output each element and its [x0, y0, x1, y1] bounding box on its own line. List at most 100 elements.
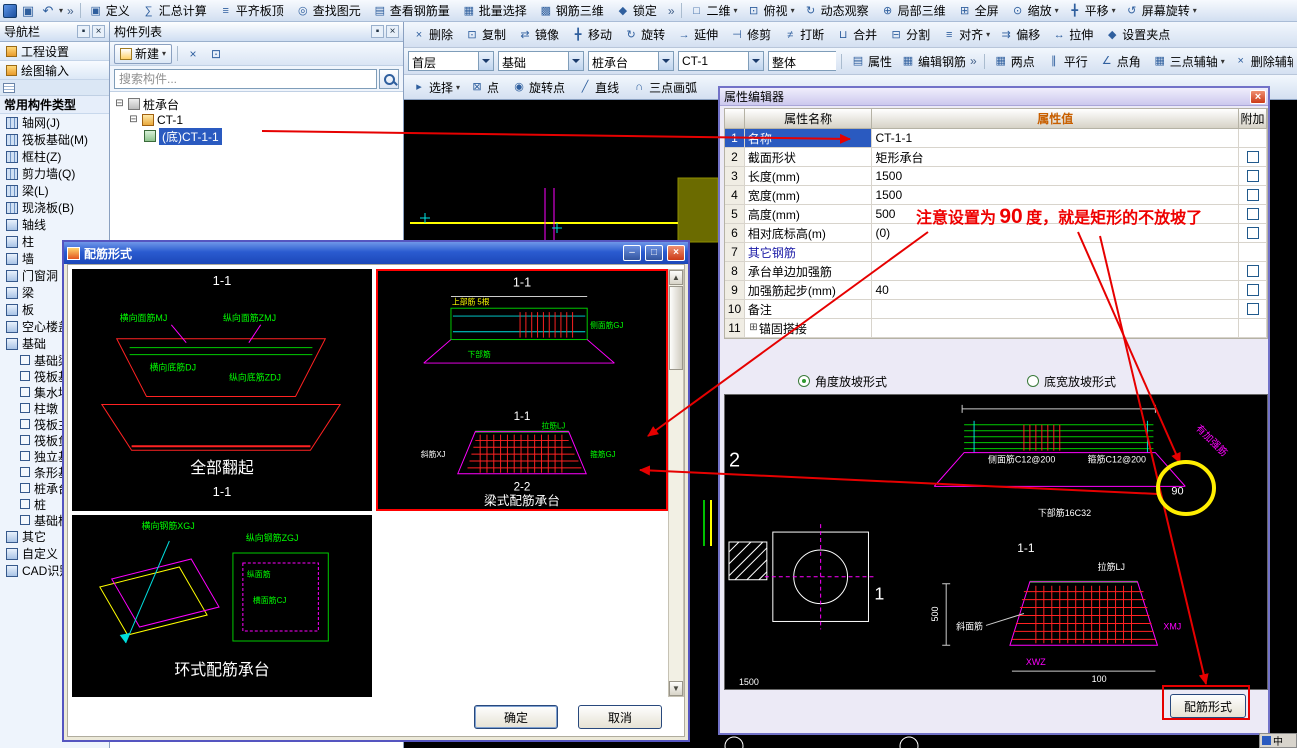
- property-value[interactable]: [872, 300, 1240, 319]
- toolbar-button[interactable]: ↔ 拉伸: [1048, 25, 1100, 44]
- radio-angle-slope[interactable]: 角度放坡形式: [798, 373, 887, 390]
- selection-combo[interactable]: CT-1: [678, 51, 764, 71]
- sidebar-item[interactable]: 现浇板(B): [0, 199, 109, 216]
- toolbar-button[interactable]: ⊣ 修剪: [726, 25, 778, 44]
- minimize-icon[interactable]: –: [623, 245, 641, 261]
- toolbar-button[interactable]: ▦ 批量选择: [458, 1, 534, 20]
- selection-combo[interactable]: 整体: [768, 51, 836, 71]
- property-value[interactable]: [872, 243, 1240, 262]
- toolbar-button[interactable]: ∠ 点角: [1096, 52, 1148, 71]
- toolbar-button[interactable]: ⇄ 镜像: [514, 25, 566, 44]
- chevron-down-icon[interactable]: [658, 52, 673, 70]
- pin-icon[interactable]: ▪: [371, 25, 384, 38]
- toolbar-button[interactable]: ≡ 平齐板顶: [215, 1, 291, 20]
- toolbar-button[interactable]: × 删除: [408, 25, 460, 44]
- sidebar-item[interactable]: 筏板基础(M): [0, 131, 109, 148]
- toolbar-button[interactable]: ⊔ 合并: [832, 25, 884, 44]
- attach-checkbox[interactable]: [1246, 227, 1259, 239]
- toolbar-button[interactable]: → 延伸: [673, 25, 725, 44]
- scroll-up-icon[interactable]: ▲: [669, 270, 683, 285]
- toolbar-overflow-chevron[interactable]: »: [968, 54, 979, 68]
- chevron-down-icon[interactable]: [478, 52, 493, 70]
- tree-node-root[interactable]: ⊟ 桩承台: [110, 96, 403, 112]
- toolbar-button[interactable]: ▦ 两点: [990, 52, 1042, 71]
- sidebar-item[interactable]: 梁(L): [0, 182, 109, 199]
- pin-icon[interactable]: ▪: [77, 25, 90, 38]
- toolbar-button[interactable]: ⊡ 俯视 ▾: [743, 1, 799, 20]
- search-input[interactable]: [114, 68, 377, 89]
- toolbar-button[interactable]: ⊡ 复制: [461, 25, 513, 44]
- property-value[interactable]: (0): [872, 224, 1240, 243]
- property-value[interactable]: 1500: [872, 167, 1240, 186]
- property-value[interactable]: [872, 262, 1240, 281]
- toolbar-button[interactable]: ▤ 属性: [847, 52, 896, 71]
- rebar-style-option-ring[interactable]: 横向钢筋XGJ 纵向钢筋ZGJ 纵面筋 横面筋CJ 环式配筋承台: [72, 515, 372, 697]
- collapse-icon[interactable]: ⊟: [128, 114, 139, 126]
- ok-button[interactable]: 确定: [474, 705, 558, 729]
- property-row[interactable]: 2 截面形状 矩形承台: [725, 148, 1267, 167]
- rebar-dialog-titlebar[interactable]: 配筋形式 – □ ×: [64, 242, 688, 264]
- property-row[interactable]: 11 ⊞ 锚固搭接: [725, 319, 1267, 338]
- attach-checkbox[interactable]: [1246, 170, 1259, 182]
- toolbar-overflow-chevron[interactable]: »: [65, 4, 76, 18]
- toolbar-button[interactable]: ⊟ 分割: [885, 25, 937, 44]
- property-row[interactable]: 1 名称 CT-1-1: [725, 129, 1267, 148]
- rebar-form-button[interactable]: 配筋形式: [1170, 694, 1246, 718]
- sidebar-item[interactable]: 框柱(Z): [0, 148, 109, 165]
- toolbar-button[interactable]: ╱ 直线: [574, 78, 626, 97]
- toolbar-button[interactable]: ↻ 旋转: [620, 25, 672, 44]
- list-icon[interactable]: [3, 82, 15, 93]
- scrollbar-thumb[interactable]: [669, 286, 683, 370]
- attach-checkbox[interactable]: [1246, 284, 1259, 296]
- property-editor-titlebar[interactable]: 属性编辑器 ×: [720, 88, 1268, 106]
- rebar-style-option-beam-selected[interactable]: 1-1 上部筋 5根 侧面筋GJ 下部筋 1-1 拉筋LJ 斜筋XJ 箍筋GJ …: [376, 269, 668, 511]
- mode-button[interactable]: 绘图输入: [0, 61, 109, 80]
- toolbar-button[interactable]: ◎ 查找图元: [292, 1, 368, 20]
- property-value[interactable]: 矩形承台: [872, 148, 1240, 167]
- scroll-down-icon[interactable]: ▼: [669, 681, 683, 696]
- attach-checkbox[interactable]: [1246, 303, 1259, 315]
- close-icon[interactable]: ×: [667, 245, 685, 261]
- toolbar-button[interactable]: ╋ 移动: [567, 25, 619, 44]
- maximize-icon[interactable]: □: [645, 245, 663, 261]
- copy-component-icon[interactable]: ⊡: [206, 44, 226, 64]
- delete-component-icon[interactable]: ×: [183, 44, 203, 64]
- toolbar-button[interactable]: ▦ 三点辅轴 ▾: [1149, 52, 1229, 71]
- toolbar-button[interactable]: ↺ 屏幕旋转 ▾: [1121, 1, 1201, 20]
- toolbar-button[interactable]: ▣ 定义: [85, 1, 137, 20]
- toolbar-button[interactable]: □ 二维 ▾: [686, 1, 742, 20]
- property-value[interactable]: 500: [872, 205, 1240, 224]
- undo-dropdown-icon[interactable]: ▾: [59, 6, 63, 15]
- close-icon[interactable]: ×: [386, 25, 399, 38]
- toolbar-button[interactable]: ╋ 平移 ▾: [1064, 1, 1120, 20]
- toolbar-button[interactable]: ▸ 选择 ▾: [408, 78, 464, 97]
- attach-checkbox[interactable]: [1246, 151, 1259, 163]
- property-row[interactable]: 9 加强筋起步(mm) 40: [725, 281, 1267, 300]
- radio-width-slope[interactable]: 底宽放坡形式: [1027, 373, 1116, 390]
- tree-node-group[interactable]: ⊟ CT-1: [110, 112, 403, 128]
- property-row[interactable]: 5 高度(mm) 500: [725, 205, 1267, 224]
- toolbar-button[interactable]: ⊞ 全屏: [954, 1, 1006, 20]
- cancel-button[interactable]: 取消: [578, 705, 662, 729]
- property-value[interactable]: CT-1-1: [872, 129, 1240, 148]
- toolbar-button[interactable]: ◆ 设置夹点: [1101, 25, 1177, 44]
- toolbar-button[interactable]: ≡ 对齐 ▾: [938, 25, 994, 44]
- property-row[interactable]: 7 其它钢筋: [725, 243, 1267, 262]
- search-icon[interactable]: [379, 68, 399, 89]
- toolbar-button[interactable]: ▤ 查看钢筋量: [369, 1, 457, 20]
- attach-checkbox[interactable]: [1246, 208, 1259, 220]
- save-icon[interactable]: ▣: [19, 2, 37, 20]
- toolbar-button[interactable]: ∑ 汇总计算: [138, 1, 214, 20]
- selection-combo[interactable]: 首层: [408, 51, 494, 71]
- close-icon[interactable]: ×: [1250, 89, 1266, 104]
- new-component-button[interactable]: 新建 ▾: [114, 43, 173, 64]
- toolbar-button[interactable]: ↻ 动态观察: [800, 1, 876, 20]
- sidebar-group[interactable]: 轴线: [0, 216, 109, 233]
- property-value[interactable]: [872, 319, 1240, 338]
- collapse-icon[interactable]: ⊟: [114, 98, 125, 110]
- toolbar-button[interactable]: ◆ 锁定: [612, 1, 664, 20]
- property-value[interactable]: 1500: [872, 186, 1240, 205]
- property-row[interactable]: 10 备注: [725, 300, 1267, 319]
- toolbar-button[interactable]: ⊙ 缩放 ▾: [1007, 1, 1063, 20]
- chevron-down-icon[interactable]: [568, 52, 583, 70]
